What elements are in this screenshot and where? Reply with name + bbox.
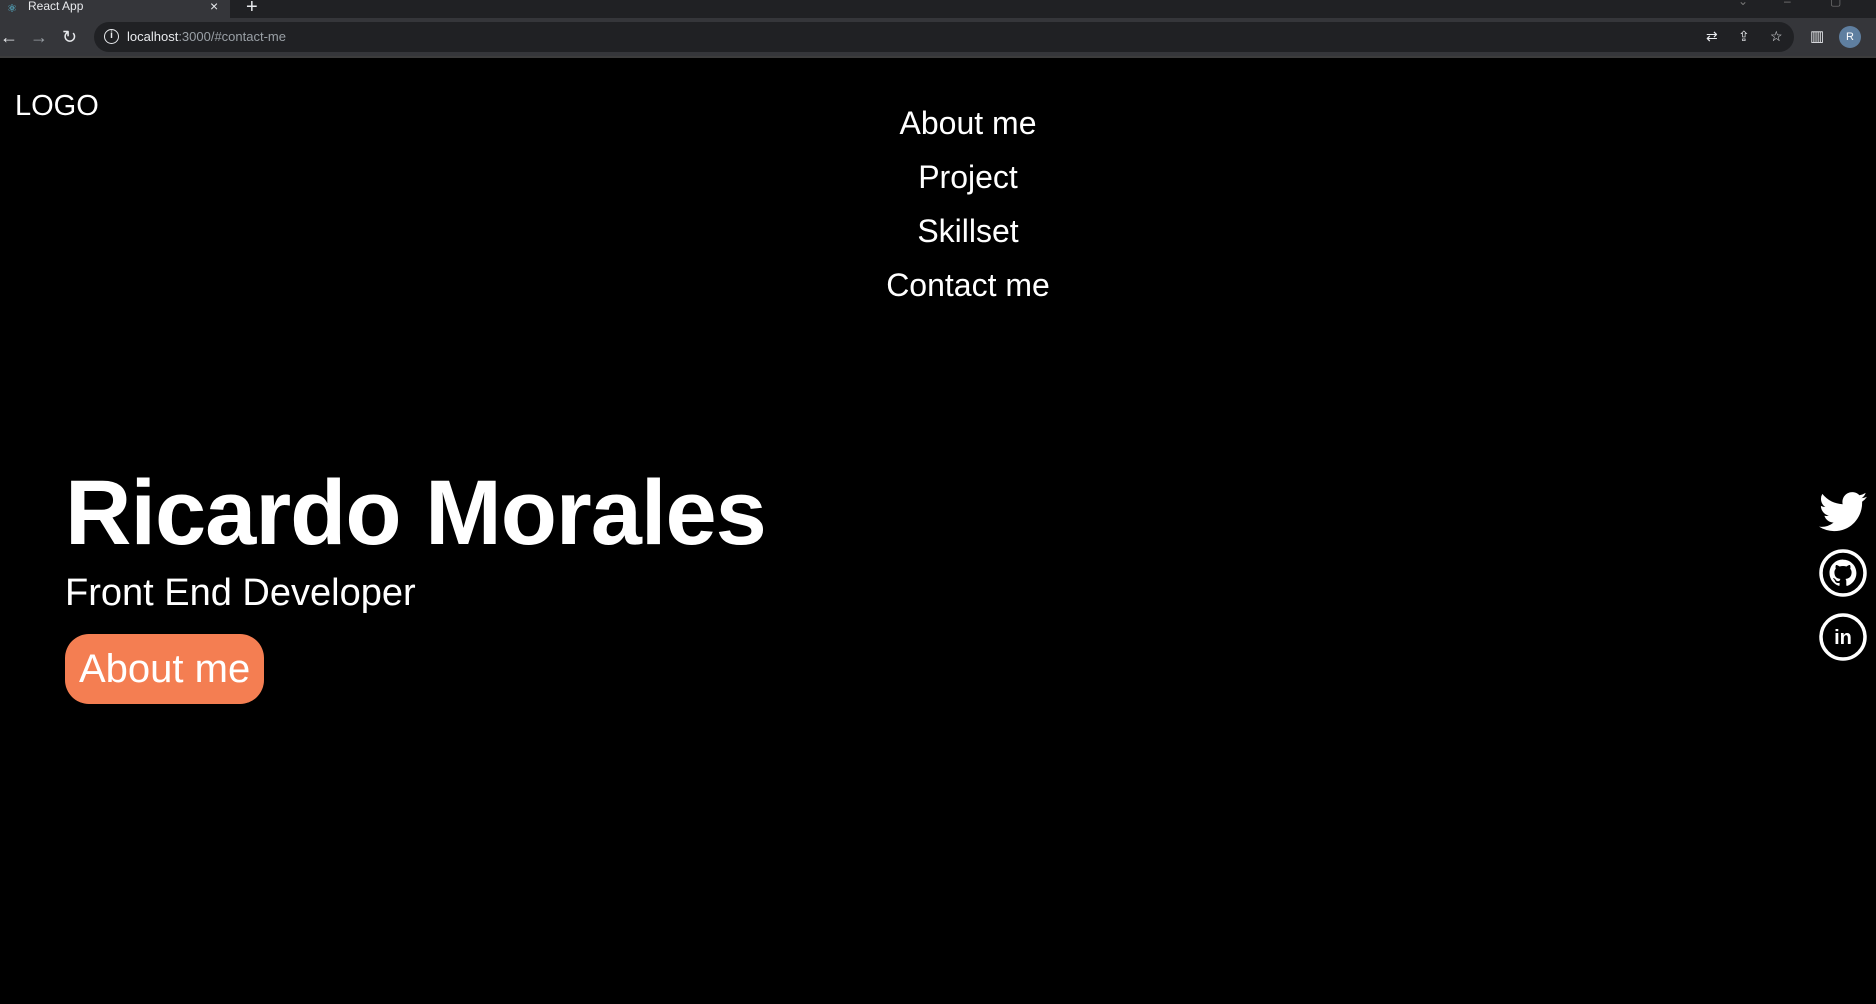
nav-skillset[interactable]: Skillset <box>868 204 1068 258</box>
github-icon[interactable] <box>1818 548 1868 598</box>
toolbar-divider <box>0 56 1876 58</box>
browser-toolbar: ← → ↻ i localhost:3000/#contact-me ⇄ ⇪ ☆… <box>0 18 1876 56</box>
maximize-icon[interactable]: ▢ <box>1830 0 1841 8</box>
site-info-icon[interactable]: i <box>104 29 119 44</box>
url-text[interactable]: localhost:3000/#contact-me <box>127 29 286 44</box>
share-icon[interactable]: ⇪ <box>1738 28 1750 45</box>
address-bar[interactable]: i localhost:3000/#contact-me ⇄ ⇪ ☆ <box>94 22 1794 52</box>
bookmark-star-icon[interactable]: ☆ <box>1770 28 1783 45</box>
browser-tab-strip: ⚛ React App × + ⌄ – ▢ <box>0 0 1876 18</box>
nav-contact-me[interactable]: Contact me <box>868 258 1068 312</box>
twitter-icon[interactable] <box>1818 487 1868 537</box>
profile-avatar[interactable]: R <box>1839 26 1861 48</box>
hero-name: Ricardo Morales <box>65 462 767 564</box>
minimize-icon[interactable]: – <box>1784 0 1791 8</box>
hero-section: Ricardo Morales Front End Developer Abou… <box>65 462 767 704</box>
about-me-button[interactable]: About me <box>65 634 265 704</box>
browser-tab[interactable]: ⚛ React App × <box>0 0 230 18</box>
nav-project[interactable]: Project <box>868 150 1068 204</box>
react-favicon-icon: ⚛ <box>7 3 17 15</box>
back-button[interactable]: ← <box>0 27 18 47</box>
linkedin-label: in <box>1834 627 1852 649</box>
site-logo[interactable]: LOGO <box>15 90 99 123</box>
side-panel-icon[interactable]: ▥ <box>1810 27 1824 45</box>
forward-button[interactable]: → <box>30 27 48 47</box>
hero-role: Front End Developer <box>65 572 416 614</box>
translate-icon[interactable]: ⇄ <box>1706 28 1718 45</box>
nav-about-me[interactable]: About me <box>868 96 1068 150</box>
tab-search-icon[interactable]: ⌄ <box>1738 0 1748 8</box>
main-nav: About me Project Skillset Contact me <box>868 96 1068 312</box>
tab-close-icon[interactable]: × <box>210 0 218 14</box>
tab-title: React App <box>28 0 84 13</box>
reload-button[interactable]: ↻ <box>62 27 77 47</box>
linkedin-icon[interactable]: in <box>1818 612 1868 662</box>
new-tab-button[interactable]: + <box>246 0 258 19</box>
